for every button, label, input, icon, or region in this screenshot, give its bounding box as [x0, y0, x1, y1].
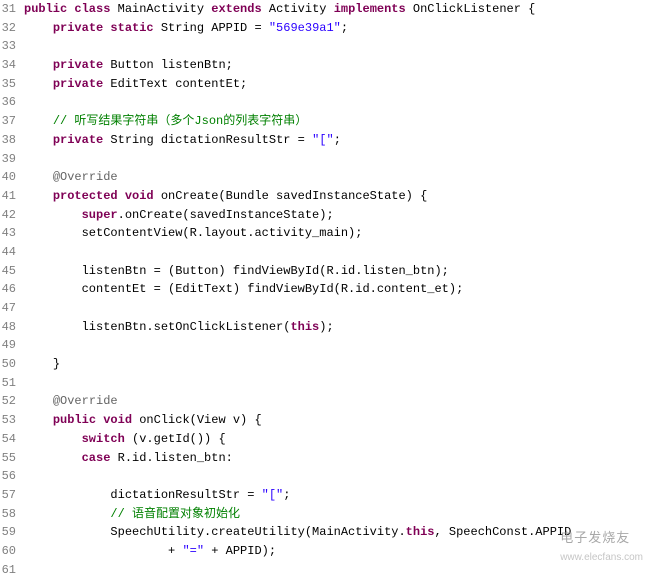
line-num: 56 [0, 467, 16, 486]
code-line-48[interactable]: listenBtn.setOnClickListener(this); [24, 318, 647, 337]
line-num: 34 [0, 56, 16, 75]
line-num: 31 [0, 0, 16, 19]
line-num: 42 [0, 206, 16, 225]
code-line-56[interactable] [24, 467, 647, 486]
code-line-34[interactable]: private Button listenBtn; [24, 56, 647, 75]
code-line-47[interactable] [24, 299, 647, 318]
line-num: 60 [0, 542, 16, 561]
line-num: 40 [0, 168, 16, 187]
line-num: 48 [0, 318, 16, 337]
code-line-45[interactable]: listenBtn = (Button) findViewById(R.id.l… [24, 262, 647, 281]
code-line-38[interactable]: private String dictationResultStr = "["; [24, 131, 647, 150]
code-line-61[interactable] [24, 561, 647, 580]
line-num: 47 [0, 299, 16, 318]
line-num: 53 [0, 411, 16, 430]
line-num: 45 [0, 262, 16, 281]
line-num: 46 [0, 280, 16, 299]
code-line-52[interactable]: @Override [24, 392, 647, 411]
line-num: 32 [0, 19, 16, 38]
code-line-60[interactable]: + "=" + APPID); [24, 542, 647, 561]
code-editor[interactable]: 31 32 33 34 35 36 37 38 39 40 41 42 43 4… [0, 0, 647, 582]
line-num: 36 [0, 93, 16, 112]
code-line-32[interactable]: private static String APPID = "569e39a1"… [24, 19, 647, 38]
line-num: 59 [0, 523, 16, 542]
code-line-49[interactable] [24, 336, 647, 355]
line-number-gutter: 31 32 33 34 35 36 37 38 39 40 41 42 43 4… [0, 0, 20, 582]
line-num: 61 [0, 561, 16, 580]
line-num: 50 [0, 355, 16, 374]
code-line-57[interactable]: dictationResultStr = "["; [24, 486, 647, 505]
line-num: 55 [0, 449, 16, 468]
line-num: 35 [0, 75, 16, 94]
code-line-31[interactable]: public class MainActivity extends Activi… [24, 0, 647, 19]
code-area[interactable]: public class MainActivity extends Activi… [20, 0, 647, 582]
code-line-33[interactable] [24, 37, 647, 56]
line-num: 51 [0, 374, 16, 393]
code-line-59[interactable]: SpeechUtility.createUtility(MainActivity… [24, 523, 647, 542]
code-line-36[interactable] [24, 93, 647, 112]
code-line-44[interactable] [24, 243, 647, 262]
code-line-51[interactable] [24, 374, 647, 393]
line-num: 41 [0, 187, 16, 206]
code-line-58[interactable]: // 语音配置对象初始化 [24, 505, 647, 524]
line-num: 38 [0, 131, 16, 150]
code-line-53[interactable]: public void onClick(View v) { [24, 411, 647, 430]
code-line-42[interactable]: super.onCreate(savedInstanceState); [24, 206, 647, 225]
code-line-46[interactable]: contentEt = (EditText) findViewById(R.id… [24, 280, 647, 299]
line-num: 43 [0, 224, 16, 243]
line-num: 37 [0, 112, 16, 131]
code-line-40[interactable]: @Override [24, 168, 647, 187]
line-num: 57 [0, 486, 16, 505]
code-line-37[interactable]: // 听写结果字符串（多个Json的列表字符串） [24, 112, 647, 131]
code-line-41[interactable]: protected void onCreate(Bundle savedInst… [24, 187, 647, 206]
line-num: 54 [0, 430, 16, 449]
line-num: 44 [0, 243, 16, 262]
code-line-43[interactable]: setContentView(R.layout.activity_main); [24, 224, 647, 243]
line-num: 33 [0, 37, 16, 56]
line-num: 49 [0, 336, 16, 355]
code-line-35[interactable]: private EditText contentEt; [24, 75, 647, 94]
code-line-39[interactable] [24, 150, 647, 169]
code-line-55[interactable]: case R.id.listen_btn: [24, 449, 647, 468]
line-num: 39 [0, 150, 16, 169]
code-line-54[interactable]: switch (v.getId()) { [24, 430, 647, 449]
line-num: 58 [0, 505, 16, 524]
code-line-50[interactable]: } [24, 355, 647, 374]
line-num: 52 [0, 392, 16, 411]
